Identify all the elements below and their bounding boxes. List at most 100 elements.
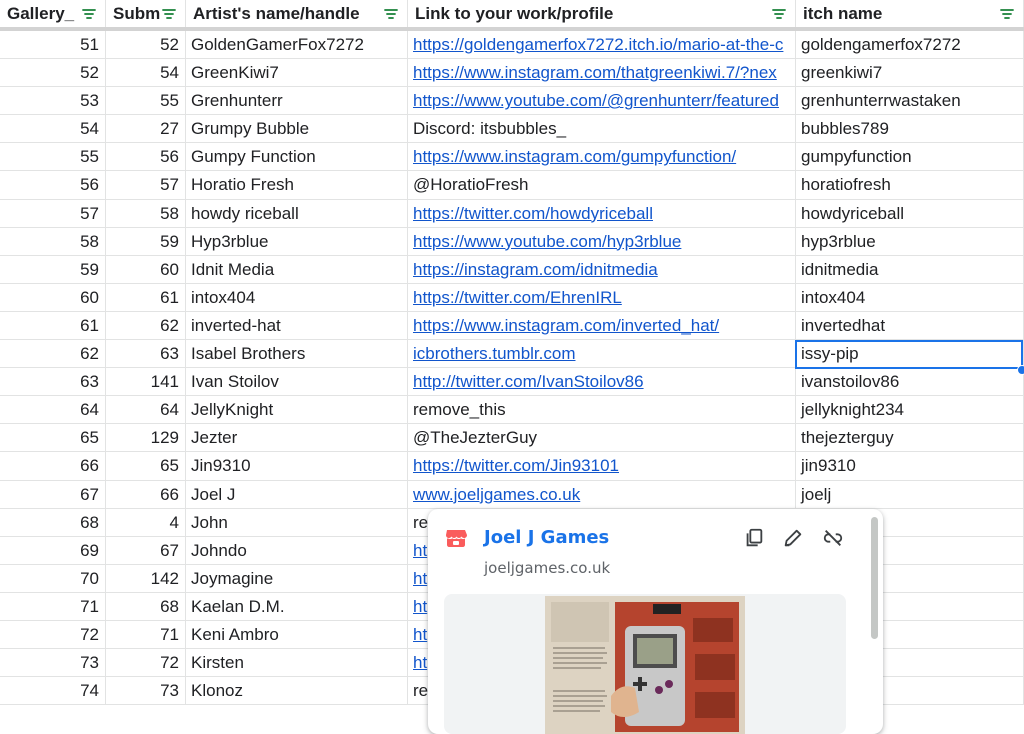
cell-link[interactable]: @TheJezterGuy — [408, 424, 796, 453]
cell-gallery-number[interactable]: 69 — [0, 536, 106, 565]
cell-artist-name[interactable]: Isabel Brothers — [186, 340, 408, 369]
cell-link[interactable]: https://www.youtube.com/@grenhunterr/fea… — [408, 87, 796, 116]
cell-gallery-number[interactable]: 57 — [0, 199, 106, 228]
cell-link[interactable]: @HoratioFresh — [408, 171, 796, 200]
cell-gallery-number[interactable]: 73 — [0, 649, 106, 678]
cell-submission-number[interactable]: 141 — [106, 368, 186, 397]
cell-link[interactable]: https://twitter.com/Jin93101 — [408, 452, 796, 481]
cell-gallery-number[interactable]: 67 — [0, 480, 106, 509]
cell-artist-name[interactable]: Idnit Media — [186, 255, 408, 284]
cell-itch-name[interactable]: gumpyfunction — [796, 143, 1024, 172]
cell-gallery-number[interactable]: 72 — [0, 620, 106, 650]
cell-submission-number[interactable]: 129 — [106, 424, 186, 453]
cell-itch-name[interactable]: joelj — [796, 480, 1024, 509]
cell-artist-name[interactable]: Hyp3rblue — [186, 227, 408, 256]
cell-link[interactable]: remove_this — [408, 396, 796, 425]
cell-submission-number[interactable]: 66 — [106, 480, 186, 509]
cell-gallery-number[interactable]: 66 — [0, 452, 106, 481]
cell-submission-number[interactable]: 64 — [106, 396, 186, 425]
cell-submission-number[interactable]: 27 — [106, 115, 186, 144]
cell-submission-number[interactable]: 60 — [106, 255, 186, 284]
cell-gallery-number[interactable]: 56 — [0, 171, 106, 200]
cell-submission-number[interactable]: 59 — [106, 227, 186, 256]
cell-submission-number[interactable]: 56 — [106, 143, 186, 172]
cell-submission-number[interactable]: 61 — [106, 283, 186, 312]
cell-link[interactable]: Discord: itsbubbles_ — [408, 115, 796, 144]
cell-itch-name[interactable]: idnitmedia — [796, 255, 1024, 284]
cell-link[interactable]: https://goldengamerfox7272.itch.io/mario… — [408, 31, 796, 60]
cell-link[interactable]: https://instagram.com/idnitmedia — [408, 255, 796, 284]
filter-icon[interactable] — [383, 6, 399, 22]
cell-submission-number[interactable]: 71 — [106, 620, 186, 650]
filter-icon[interactable] — [999, 6, 1015, 22]
cell-gallery-number[interactable]: 53 — [0, 87, 106, 116]
cell-artist-name[interactable]: inverted-hat — [186, 311, 408, 341]
cell-itch-name[interactable]: intox404 — [796, 283, 1024, 312]
cell-itch-name[interactable]: thejezterguy — [796, 424, 1024, 453]
cell-artist-name[interactable]: intox404 — [186, 283, 408, 312]
cell-submission-number[interactable]: 58 — [106, 199, 186, 228]
cell-artist-name[interactable]: Jin9310 — [186, 452, 408, 481]
cell-gallery-number[interactable]: 51 — [0, 31, 106, 60]
cell-link[interactable]: icbrothers.tumblr.com — [408, 340, 796, 369]
cell-artist-name[interactable]: Gumpy Function — [186, 143, 408, 172]
cell-gallery-number[interactable]: 63 — [0, 368, 106, 397]
popup-scrollbar[interactable] — [871, 517, 878, 639]
cell-itch-name[interactable]: horatiofresh — [796, 171, 1024, 200]
cell-artist-name[interactable]: Grumpy Bubble — [186, 115, 408, 144]
cell-artist-name[interactable]: GreenKiwi7 — [186, 59, 408, 88]
cell-submission-number[interactable]: 142 — [106, 564, 186, 593]
cell-submission-number[interactable]: 72 — [106, 649, 186, 678]
cell-gallery-number[interactable]: 74 — [0, 677, 106, 706]
cell-link[interactable]: https://www.instagram.com/thatgreenkiwi.… — [408, 59, 796, 88]
cell-submission-number[interactable]: 54 — [106, 59, 186, 88]
cell-itch-name[interactable]: invertedhat — [796, 311, 1024, 341]
header-submission[interactable]: Subm — [106, 0, 186, 27]
cell-submission-number[interactable]: 57 — [106, 171, 186, 200]
cell-link[interactable]: https://www.instagram.com/inverted_hat/ — [408, 311, 796, 341]
fill-handle[interactable] — [1017, 365, 1024, 375]
popup-link-title[interactable]: Joel J Games — [484, 527, 609, 548]
header-gallery[interactable]: Gallery_ — [0, 0, 106, 27]
cell-submission-number[interactable]: 67 — [106, 536, 186, 565]
cell-link[interactable]: https://www.youtube.com/hyp3rblue — [408, 227, 796, 256]
cell-artist-name[interactable]: GoldenGamerFox7272 — [186, 31, 408, 60]
cell-gallery-number[interactable]: 61 — [0, 311, 106, 341]
cell-artist-name[interactable]: JellyKnight — [186, 396, 408, 425]
cell-artist-name[interactable]: John — [186, 508, 408, 537]
cell-artist-name[interactable]: Horatio Fresh — [186, 171, 408, 200]
cell-gallery-number[interactable]: 65 — [0, 424, 106, 453]
header-artist[interactable]: Artist's name/handle — [186, 0, 408, 27]
cell-artist-name[interactable]: Klonoz — [186, 677, 408, 706]
cell-gallery-number[interactable]: 62 — [0, 340, 106, 369]
cell-submission-number[interactable]: 73 — [106, 677, 186, 706]
cell-itch-name[interactable]: issy-pip — [796, 340, 1024, 369]
cell-artist-name[interactable]: Joel J — [186, 480, 408, 509]
copy-link-button[interactable] — [741, 525, 767, 551]
cell-artist-name[interactable]: Jezter — [186, 424, 408, 453]
filter-icon[interactable] — [161, 6, 177, 22]
cell-submission-number[interactable]: 63 — [106, 340, 186, 369]
cell-artist-name[interactable]: Ivan Stoilov — [186, 368, 408, 397]
cell-gallery-number[interactable]: 64 — [0, 396, 106, 425]
cell-artist-name[interactable]: Kaelan D.M. — [186, 592, 408, 621]
cell-gallery-number[interactable]: 54 — [0, 115, 106, 144]
cell-itch-name[interactable]: hyp3rblue — [796, 227, 1024, 256]
remove-link-button[interactable] — [820, 525, 846, 551]
cell-submission-number[interactable]: 68 — [106, 592, 186, 621]
cell-submission-number[interactable]: 52 — [106, 31, 186, 60]
filter-icon[interactable] — [81, 6, 97, 22]
cell-gallery-number[interactable]: 58 — [0, 227, 106, 256]
cell-submission-number[interactable]: 65 — [106, 452, 186, 481]
cell-artist-name[interactable]: Grenhunterr — [186, 87, 408, 116]
header-itch-name[interactable]: itch name — [796, 0, 1024, 27]
cell-gallery-number[interactable]: 52 — [0, 59, 106, 88]
cell-itch-name[interactable]: bubbles789 — [796, 115, 1024, 144]
cell-submission-number[interactable]: 4 — [106, 508, 186, 537]
cell-link[interactable]: http://twitter.com/IvanStoilov86 — [408, 368, 796, 397]
cell-link[interactable]: https://www.instagram.com/gumpyfunction/ — [408, 143, 796, 172]
cell-itch-name[interactable]: jellyknight234 — [796, 396, 1024, 425]
cell-submission-number[interactable]: 62 — [106, 311, 186, 341]
cell-gallery-number[interactable]: 55 — [0, 143, 106, 172]
cell-artist-name[interactable]: Keni Ambro — [186, 620, 408, 650]
